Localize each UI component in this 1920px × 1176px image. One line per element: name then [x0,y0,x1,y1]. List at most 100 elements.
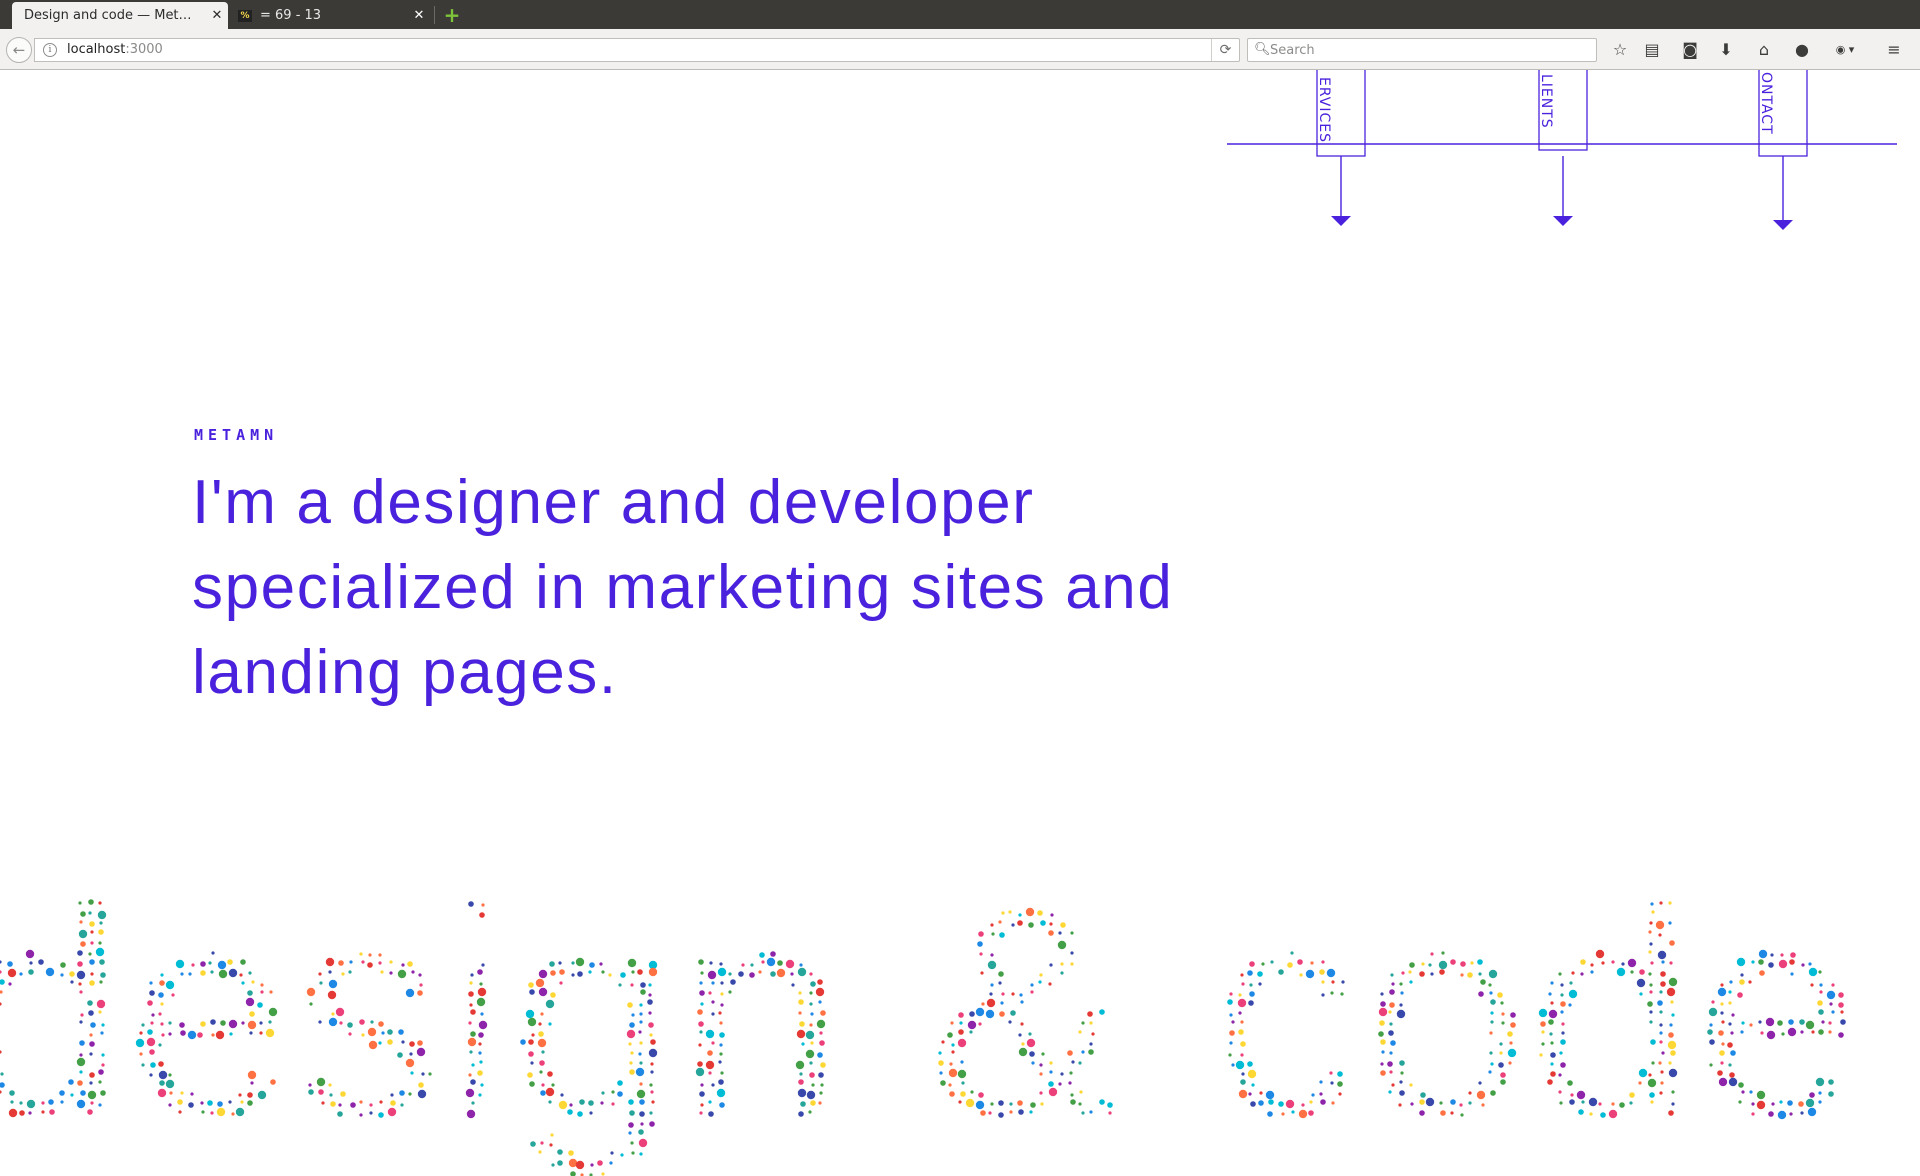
reading-list-icon[interactable]: ▤ [1640,38,1664,62]
menu-icon[interactable]: ≡ [1882,38,1906,62]
tagline-dot [538,969,548,979]
tagline-dot [1227,999,1233,1005]
brand-logo[interactable]: METAMN [194,426,278,444]
tagline-dot [707,1050,713,1056]
tagline-dot [141,1023,145,1027]
tagline-dot [218,969,228,979]
tab-design-and-code[interactable]: Design and code — Met… ✕ [12,2,228,29]
tagline-dot [651,1100,655,1104]
tagline-dot [350,1102,356,1108]
tagline-dot [7,961,13,967]
tagline-dot [1060,962,1064,966]
tagline-dot [1010,1010,1016,1016]
home-icon[interactable]: ⌂ [1752,38,1776,62]
tagline-dot [1238,993,1242,997]
tagline-dot [175,959,185,969]
tagline-dot [1019,993,1023,997]
tagline-dot [1829,1002,1833,1006]
tagline-dot [820,1010,826,1016]
tagline-dot [1738,1082,1744,1088]
url-bar[interactable]: i localhost:3000 ⟳ [34,38,1240,62]
pocket-icon[interactable]: ◙ [1678,38,1702,62]
info-icon[interactable]: i [43,43,57,57]
tagline-dot [1766,1030,1776,1040]
arrow-down-icon[interactable] [1553,216,1573,226]
tagline-dot [367,962,373,968]
tagline-dot [1670,1050,1676,1056]
tagline-dot [1501,1012,1505,1016]
tagline-dot [1048,930,1054,936]
nav-item-contact[interactable]: ONTACT [1758,70,1808,136]
tagline-dot [1229,1030,1235,1036]
tagline-dot [1290,951,1294,955]
nav-item-clients[interactable]: LIENTS [1538,70,1588,132]
tagline-dot [1229,1013,1233,1017]
chat-icon[interactable]: ● [1790,38,1814,62]
tagline-dot [810,1041,814,1045]
close-icon[interactable]: ✕ [408,8,430,23]
search-icon: 🔍︎ [1254,42,1271,57]
bookmark-star-icon[interactable]: ☆ [1608,38,1632,62]
tagline-dot [1231,1020,1235,1024]
tagline-dot [306,987,316,997]
tagline-dot [407,961,413,967]
tagline-dot [1021,1042,1025,1046]
tagline-dot [1229,992,1233,996]
tagline-dot [991,932,995,936]
tagline-dot [98,901,102,905]
tagline-dot [1800,1111,1804,1115]
tagline-dot [216,1107,226,1117]
tagline-dot [1490,1062,1494,1066]
tagline-dot [1576,1090,1586,1100]
tagline-dot [59,1090,65,1096]
tagline-dot [1779,1100,1783,1104]
tagline-dot [387,1029,393,1035]
tagline-dot [1657,950,1667,960]
tagline-dot [630,1051,634,1055]
tagline-dot [1439,1101,1443,1105]
tagline-dot [738,971,744,977]
tagline-dot [1598,1102,1602,1106]
tagline-dot [1410,1102,1414,1106]
arrow-down-icon[interactable] [1773,220,1793,230]
tagline-dot [159,1080,165,1086]
tagline-dot [330,1101,336,1107]
tagline-dot [1008,1020,1012,1024]
tagline-dot [89,959,95,965]
tagline-dot [1380,1001,1386,1007]
tagline-dot [1278,1101,1284,1107]
tagline-dot [160,1022,164,1026]
close-icon[interactable]: ✕ [206,8,228,23]
tagline-dot [811,1083,815,1087]
tagline-dot [99,921,103,925]
tagline-dot [1018,1047,1028,1057]
tagline-dot [1659,1023,1663,1027]
tagline-dot [700,1002,704,1006]
adblock-icon[interactable]: ◉ ▾ [1828,38,1862,62]
tagline-dot [8,1108,18,1118]
tagline-dot [399,1090,405,1096]
arrow-down-icon[interactable] [1331,216,1351,226]
tagline-dot [711,981,715,985]
tagline-dot [19,1101,23,1105]
search-input[interactable] [1270,39,1590,61]
tagline-dot [1038,980,1042,984]
tagline-dot [359,1100,363,1104]
tagline-dot [1265,1090,1275,1100]
tagline-dot [316,1077,326,1087]
search-box[interactable]: 🔍︎ [1247,38,1597,62]
download-icon[interactable]: ⬇ [1714,38,1738,62]
nav-item-services[interactable]: ERVICES [1316,70,1366,150]
tagline-dot [698,959,704,965]
tagline-dot [139,1052,143,1056]
tagline-dot [989,992,993,996]
reload-icon[interactable]: ⟳ [1211,39,1239,61]
back-arrow-icon[interactable]: ← [6,37,32,63]
tagline-dot [379,1100,383,1104]
tagline-dot [1639,969,1645,975]
tab-calculator[interactable]: % = 69 - 13 ✕ [230,2,430,29]
tagline-dot [401,1040,405,1044]
tagline-dot [418,1082,424,1088]
new-tab-plus-icon[interactable]: + [442,5,462,25]
tagline-dot [191,963,195,967]
